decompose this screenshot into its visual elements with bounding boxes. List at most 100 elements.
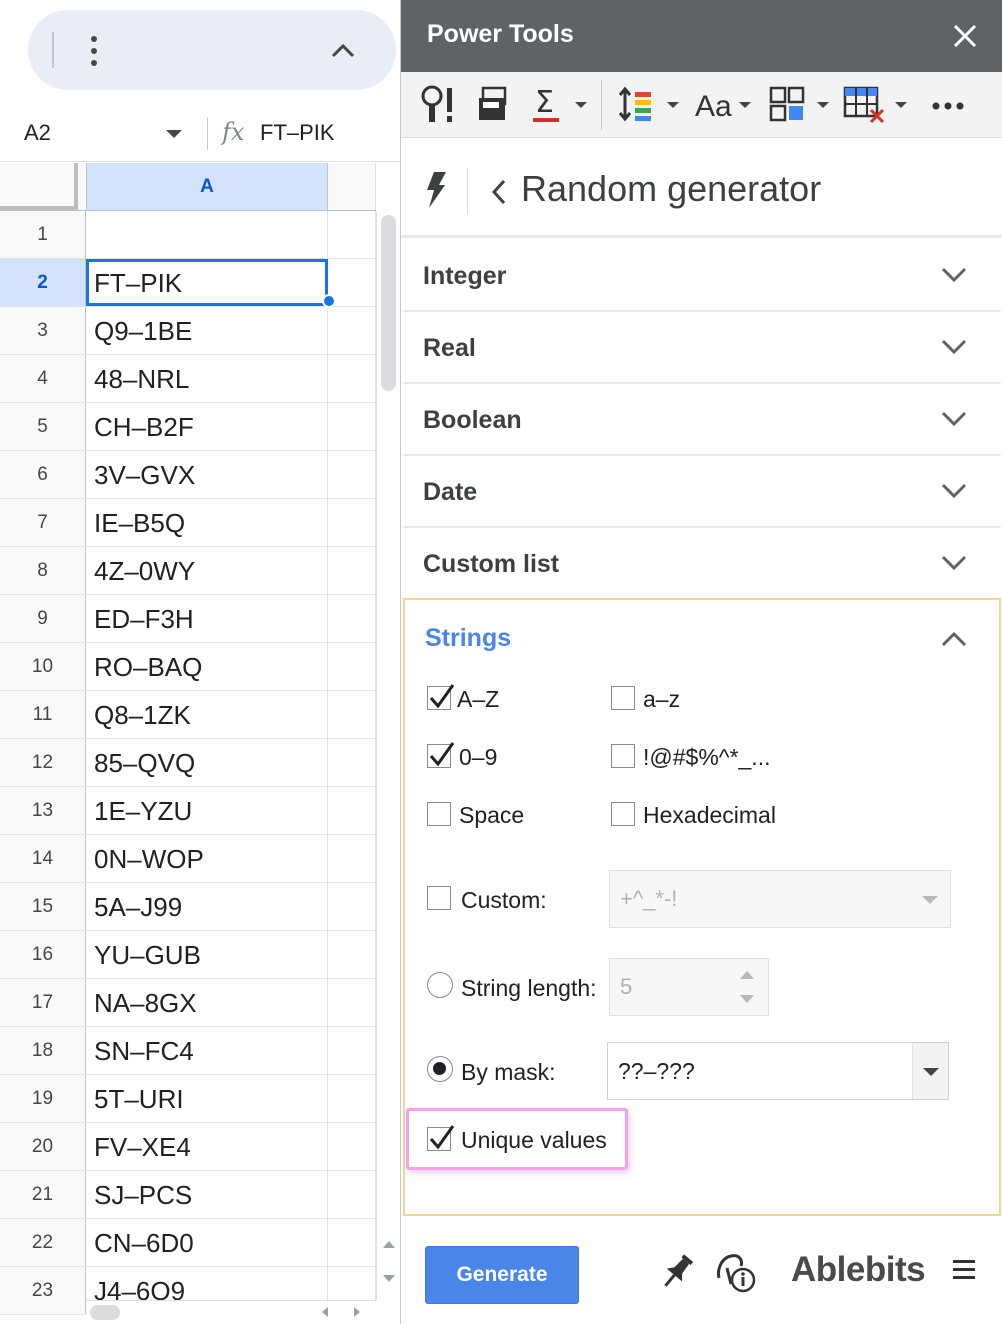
cell[interactable] <box>328 883 376 930</box>
chevron-down-icon[interactable] <box>941 410 967 428</box>
cell[interactable] <box>86 211 328 258</box>
scroll-left-icon[interactable] <box>322 1307 328 1317</box>
cell[interactable] <box>328 835 376 882</box>
cell[interactable]: RO–BAQ <box>86 643 328 690</box>
strings-header[interactable]: Strings <box>425 624 511 653</box>
cell[interactable]: Q8–1ZK <box>86 691 328 738</box>
cell[interactable] <box>328 307 376 354</box>
row-header[interactable]: 16 <box>0 931 86 978</box>
checkbox-space[interactable] <box>427 802 451 826</box>
cell[interactable]: SN–FC4 <box>86 1027 328 1074</box>
accordion-item[interactable]: Date <box>403 456 1001 528</box>
cell[interactable]: CN–6D0 <box>86 1219 328 1266</box>
chevron-down-icon[interactable] <box>941 266 967 284</box>
name-box[interactable]: A2 <box>24 120 51 146</box>
cell[interactable] <box>328 931 376 978</box>
row-header[interactable]: 15 <box>0 883 86 930</box>
formula-input[interactable]: FT–PIK <box>260 120 335 146</box>
sum-icon[interactable]: Σ <box>531 84 563 126</box>
cell[interactable]: 1E–YZU <box>86 787 328 834</box>
page-title[interactable]: Random generator <box>521 168 821 210</box>
bolt-icon[interactable] <box>425 172 447 208</box>
row-header[interactable]: 19 <box>0 1075 86 1122</box>
checkbox-custom[interactable] <box>427 886 451 910</box>
row-header[interactable]: 5 <box>0 403 86 450</box>
more-vert-icon[interactable] <box>84 34 104 68</box>
increment-icon[interactable] <box>740 971 754 979</box>
cell[interactable] <box>328 595 376 642</box>
string-length-input[interactable]: 5 <box>609 958 769 1016</box>
row-header[interactable]: 8 <box>0 547 86 594</box>
active-cell[interactable]: FT–PIK <box>86 259 328 306</box>
accordion-item[interactable]: Custom list <box>403 528 1001 600</box>
checkbox-special[interactable] <box>611 744 635 768</box>
text-case-icon[interactable]: Aa <box>695 84 735 126</box>
text-dropdown-icon[interactable] <box>739 102 751 108</box>
row-header[interactable]: 4 <box>0 355 86 402</box>
chevron-up-icon[interactable] <box>941 630 967 648</box>
scroll-right-icon[interactable] <box>354 1307 360 1317</box>
cell[interactable] <box>328 1171 376 1218</box>
scroll-down-icon[interactable] <box>383 1275 395 1282</box>
cell[interactable]: 85–QVQ <box>86 739 328 786</box>
chevron-down-icon[interactable] <box>941 338 967 356</box>
generate-button[interactable]: Generate <box>425 1246 579 1304</box>
cell[interactable] <box>328 739 376 786</box>
custom-chars-select[interactable]: +^_*-! <box>609 870 951 928</box>
row-header[interactable]: 3 <box>0 307 86 354</box>
split-dropdown-icon[interactable] <box>817 102 829 108</box>
cell[interactable]: NA–8GX <box>86 979 328 1026</box>
horizontal-scroll-thumb[interactable] <box>90 1305 120 1320</box>
cell[interactable]: YU–GUB <box>86 931 328 978</box>
cell[interactable]: SJ–PCS <box>86 1171 328 1218</box>
checkbox-az-upper[interactable] <box>427 684 455 710</box>
cell[interactable]: IE–B5Q <box>86 499 328 546</box>
scroll-up-icon[interactable] <box>383 1241 395 1248</box>
cell[interactable]: Q9–1BE <box>86 307 328 354</box>
cell[interactable]: FV–XE4 <box>86 1123 328 1170</box>
mask-select[interactable]: ??–??? <box>607 1042 949 1100</box>
chevron-down-icon[interactable] <box>941 554 967 572</box>
cell[interactable]: CH–B2F <box>86 403 328 450</box>
find-replace-icon[interactable] <box>419 84 459 126</box>
split-icon[interactable] <box>769 84 807 126</box>
checkbox-digits[interactable] <box>427 742 455 768</box>
cell[interactable]: 0N–WOP <box>86 835 328 882</box>
cell[interactable]: 4Z–0WY <box>86 547 328 594</box>
close-icon[interactable] <box>949 20 981 52</box>
row-header[interactable]: 22 <box>0 1219 86 1266</box>
cell[interactable]: 5A–J99 <box>86 883 328 930</box>
row-header[interactable]: 20 <box>0 1123 86 1170</box>
row-header[interactable]: 10 <box>0 643 86 690</box>
accordion-item[interactable]: Integer <box>403 240 1001 312</box>
chevron-up-icon[interactable] <box>328 38 358 62</box>
ablebits-logo[interactable]: Ablebits <box>791 1250 926 1290</box>
row-header[interactable]: 9 <box>0 595 86 642</box>
radio-by-mask[interactable] <box>427 1056 453 1082</box>
cell[interactable]: 5T–URI <box>86 1075 328 1122</box>
name-box-dropdown-icon[interactable] <box>166 130 182 138</box>
vertical-scrollbar[interactable] <box>376 211 400 1301</box>
decrement-icon[interactable] <box>740 995 754 1003</box>
cell[interactable] <box>328 1123 376 1170</box>
cell[interactable] <box>328 1219 376 1266</box>
row-header[interactable]: 7 <box>0 499 86 546</box>
merge-sheets-icon[interactable] <box>475 84 511 126</box>
cell[interactable] <box>328 691 376 738</box>
cell[interactable] <box>328 211 376 258</box>
remove-icon[interactable] <box>843 84 887 126</box>
row-header[interactable]: 14 <box>0 835 86 882</box>
row-header[interactable]: 23 <box>0 1267 86 1314</box>
pin-icon[interactable] <box>661 1252 693 1292</box>
row-header[interactable]: 17 <box>0 979 86 1026</box>
row-header[interactable]: 1 <box>0 211 86 258</box>
row-header[interactable]: 18 <box>0 1027 86 1074</box>
horizontal-scrollbar[interactable] <box>86 1300 376 1324</box>
checkbox-hex[interactable] <box>611 802 635 826</box>
accordion-item[interactable]: Real <box>403 312 1001 384</box>
radio-string-length[interactable] <box>427 972 453 998</box>
cell[interactable]: 3V–GVX <box>86 451 328 498</box>
cell[interactable] <box>328 1027 376 1074</box>
row-header[interactable]: 13 <box>0 787 86 834</box>
chevron-down-icon[interactable] <box>941 482 967 500</box>
